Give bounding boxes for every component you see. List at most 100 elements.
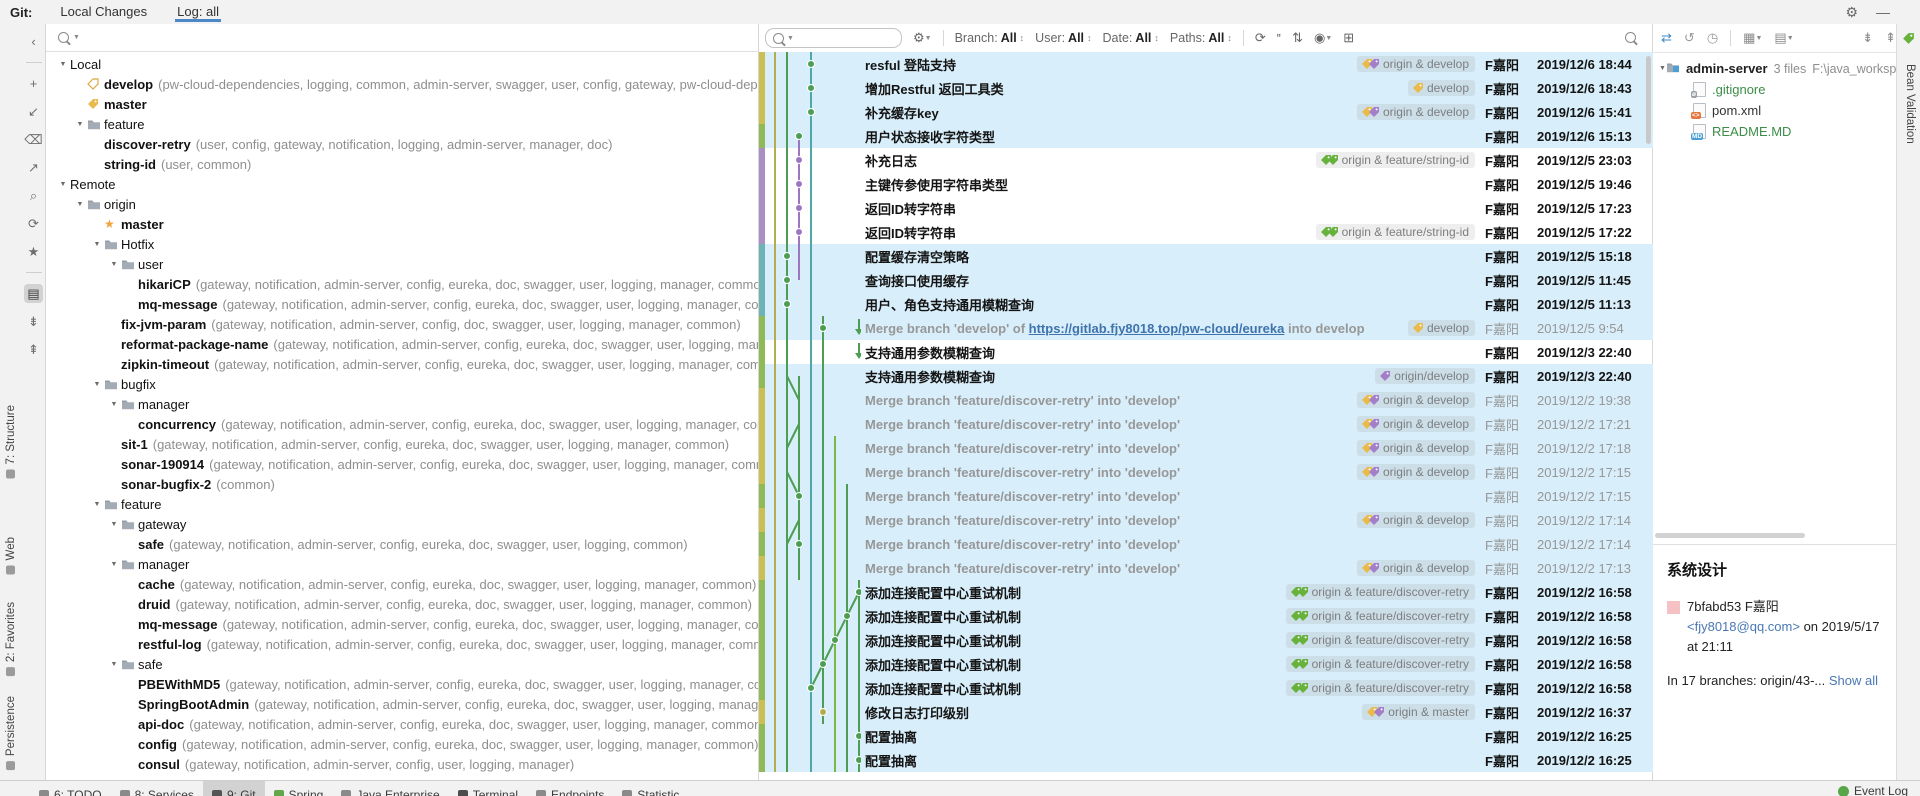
branch-tree-row[interactable]: fix-jvm-param(gateway, notification, adm… (46, 314, 758, 334)
branch-tree-row[interactable]: ▼user (46, 254, 758, 274)
expand-arrow-icon[interactable]: ▼ (107, 401, 121, 408)
author-email-link[interactable]: <fjy8018@qq.com> (1687, 619, 1800, 634)
log-commit-row[interactable]: resful 登陆支持origin & developF嘉阳2019/12/6 … (759, 52, 1653, 76)
collapse-all-icon[interactable]: ⇞ (1885, 30, 1896, 46)
statusbar-item-terminal[interactable]: Terminal (449, 781, 527, 796)
branch-tree-row[interactable]: mq-message(gateway, notification, admin-… (46, 614, 758, 634)
branch-tree-row[interactable]: ▼origin (46, 194, 758, 214)
log-commit-row[interactable]: 支持通用参数模糊查询origin/developF嘉阳2019/12/3 22:… (759, 364, 1653, 388)
statusbar-item-endpoints[interactable]: Endpoints (527, 781, 613, 796)
changed-files-root-row[interactable]: ▼ admin-server 3 files F:\java_worksp (1653, 58, 1896, 79)
branch-tree-row[interactable]: ▼manager (46, 554, 758, 574)
sort-icon[interactable]: ⇅ (1292, 30, 1303, 46)
expand-arrow-icon[interactable]: ▼ (107, 521, 121, 528)
branch-tree-row[interactable]: ▼gateway (46, 514, 758, 534)
log-commit-row[interactable]: 添加连接配置中心重试机制origin & feature/discover-re… (759, 604, 1653, 628)
group-by-icon[interactable]: ▦▼ (1743, 30, 1762, 46)
branch-tree-row[interactable]: sonar-bugfix-2(common) (46, 474, 758, 494)
filter-user[interactable]: User: All↕ (1035, 31, 1091, 45)
find-icon[interactable]: ⌕ (24, 186, 43, 205)
bean-validation-icon[interactable] (1902, 32, 1915, 50)
expand-arrow-icon[interactable]: ▼ (1659, 65, 1666, 72)
statusbar-item-6-todo[interactable]: 6: TODO (30, 781, 111, 796)
log-commit-row[interactable]: 配置抽离F嘉阳2019/12/2 16:25 (759, 748, 1653, 772)
log-commit-row[interactable]: Merge branch 'feature/discover-retry' in… (759, 412, 1653, 436)
tab-bean-validation[interactable]: Bean Validation (1901, 64, 1919, 144)
expand-arrow-icon[interactable]: ▼ (107, 561, 121, 568)
log-commit-row[interactable]: 修改日志打印级别origin & masterF嘉阳2019/12/2 16:3… (759, 700, 1653, 724)
changed-file-row[interactable]: <> pom.xml (1653, 100, 1896, 121)
sidebar-tab-7-structure[interactable]: 7: Structure (2, 405, 20, 478)
commit-link[interactable]: https://gitlab.fjy8018.top/pw-cloud/eure… (1029, 321, 1285, 336)
branch-tree-row[interactable]: cache(gateway, notification, admin-serve… (46, 574, 758, 594)
back-icon[interactable]: ‹ (24, 32, 43, 51)
expand-arrow-icon[interactable]: ▼ (90, 501, 104, 508)
pin-icon[interactable]: ⇄ (1661, 30, 1672, 46)
minimize-icon[interactable]: — (1876, 4, 1890, 20)
log-commit-row[interactable]: 用户状态接收字符类型F嘉阳2019/12/6 15:13 (759, 124, 1653, 148)
branch-tree-row[interactable]: SpringBootAdmin(gateway, notification, a… (46, 694, 758, 714)
checkout-icon[interactable]: ↙ (24, 102, 43, 121)
log-commit-row[interactable]: 添加连接配置中心重试机制origin & feature/discover-re… (759, 628, 1653, 652)
branch-tree-row[interactable]: ▼safe (46, 654, 758, 674)
log-commit-row[interactable]: 增加Restful 返回工具类developF嘉阳2019/12/6 18:43 (759, 76, 1653, 100)
statusbar-item-statistic[interactable]: Statistic (613, 781, 688, 796)
log-commit-row[interactable]: 添加连接配置中心重试机制origin & feature/discover-re… (759, 580, 1653, 604)
log-commit-row[interactable]: 添加连接配置中心重试机制origin & feature/discover-re… (759, 652, 1653, 676)
expand-arrow-icon[interactable]: ▼ (107, 661, 121, 668)
expand-arrow-icon[interactable]: ▼ (90, 241, 104, 248)
branch-tree-row[interactable]: ▼Local (46, 54, 758, 74)
branch-tree-row[interactable]: develop(pw-cloud-dependencies, logging, … (46, 74, 758, 94)
branch-tree-row[interactable]: zipkin-timeout(gateway, notification, ad… (46, 354, 758, 374)
branch-tree-row[interactable]: safe(gateway, notification, admin-server… (46, 534, 758, 554)
statusbar-item-9-git[interactable]: 9: Git (203, 781, 265, 796)
branch-search-field[interactable]: ▼ (46, 24, 758, 52)
log-commit-row[interactable]: 查询接口使用缓存F嘉阳2019/12/5 11:45 (759, 268, 1653, 292)
filter-paths[interactable]: Paths: All↕ (1170, 31, 1232, 45)
collapse-all-icon[interactable]: ⇞ (24, 340, 43, 359)
log-commit-row[interactable]: 补充缓存keyorigin & developF嘉阳2019/12/6 15:4… (759, 100, 1653, 124)
branch-tree-row[interactable]: ★master (46, 214, 758, 234)
log-commit-row[interactable]: 配置缓存清空策略F嘉阳2019/12/5 15:18 (759, 244, 1653, 268)
tab-log-all[interactable]: Log: all (175, 4, 221, 22)
log-settings-gear-icon[interactable]: ⚙▼ (913, 30, 932, 46)
rollback-icon[interactable]: ↺ (1684, 30, 1695, 46)
branch-tree-row[interactable]: string-id(user, common) (46, 154, 758, 174)
statusbar-item-8-services[interactable]: 8: Services (111, 781, 203, 796)
log-commit-row[interactable]: Merge branch 'feature/discover-retry' in… (759, 556, 1653, 580)
log-commit-row[interactable]: 添加连接配置中心重试机制origin & feature/discover-re… (759, 676, 1653, 700)
branch-tree-row[interactable]: restful-log(gateway, notification, admin… (46, 634, 758, 654)
filter-date[interactable]: Date: All↕ (1103, 31, 1159, 45)
log-commit-row[interactable]: 补充日志origin & feature/string-idF嘉阳2019/12… (759, 148, 1653, 172)
branch-tree-row[interactable]: hikariCP(gateway, notification, admin-se… (46, 274, 758, 294)
cherry-pick-icon[interactable]: ↗ (24, 158, 43, 177)
log-commit-row[interactable]: Merge branch 'develop' of https://gitlab… (759, 316, 1653, 340)
branch-tree-row[interactable]: ▼feature (46, 114, 758, 134)
expand-arrow-icon[interactable]: ▼ (73, 121, 87, 128)
filter-branch[interactable]: Branch: All↕ (955, 31, 1025, 45)
log-commit-row[interactable]: Merge branch 'feature/discover-retry' in… (759, 508, 1653, 532)
branch-tree-row[interactable]: PBEWithMD5(gateway, notification, admin-… (46, 674, 758, 694)
delete-icon[interactable]: ⌫ (24, 130, 43, 149)
branch-tree-row[interactable]: mq-message(gateway, notification, admin-… (46, 294, 758, 314)
go-to-hash-icon[interactable]: ‟ (1277, 31, 1281, 46)
branch-tree-row[interactable]: ▼bugfix (46, 374, 758, 394)
branch-tree-row[interactable]: ▼manager (46, 394, 758, 414)
branch-tree-row[interactable]: consul(gateway, notification, admin-serv… (46, 754, 758, 774)
new-log-tab-icon[interactable]: ⊞ (1343, 30, 1354, 46)
branch-tree-row[interactable]: ▼Remote (46, 174, 758, 194)
log-commit-row[interactable]: Merge branch 'feature/discover-retry' in… (759, 388, 1653, 412)
log-commit-row[interactable]: 返回ID转字符串origin & feature/string-idF嘉阳201… (759, 220, 1653, 244)
event-log-button[interactable]: Event Log (1838, 784, 1908, 796)
branch-tree-row[interactable]: ▼feature (46, 494, 758, 514)
branch-tree-row[interactable]: config(gateway, notification, admin-serv… (46, 734, 758, 754)
branch-tree-row[interactable]: druid(gateway, notification, admin-serve… (46, 594, 758, 614)
changed-file-row[interactable]: MD README.MD (1653, 121, 1896, 142)
branch-tree-row[interactable]: sonar-190914(gateway, notification, admi… (46, 454, 758, 474)
log-search-field[interactable]: ▼ (765, 28, 902, 48)
log-commit-row[interactable]: 支持通用参数模糊查询F嘉阳2019/12/3 22:40 (759, 340, 1653, 364)
favorite-icon[interactable]: ★ (24, 242, 43, 261)
branch-tree-row[interactable]: sit-1(gateway, notification, admin-serve… (46, 434, 758, 454)
statusbar-item-spring[interactable]: Spring (265, 781, 333, 796)
expand-arrow-icon[interactable]: ▼ (73, 201, 87, 208)
